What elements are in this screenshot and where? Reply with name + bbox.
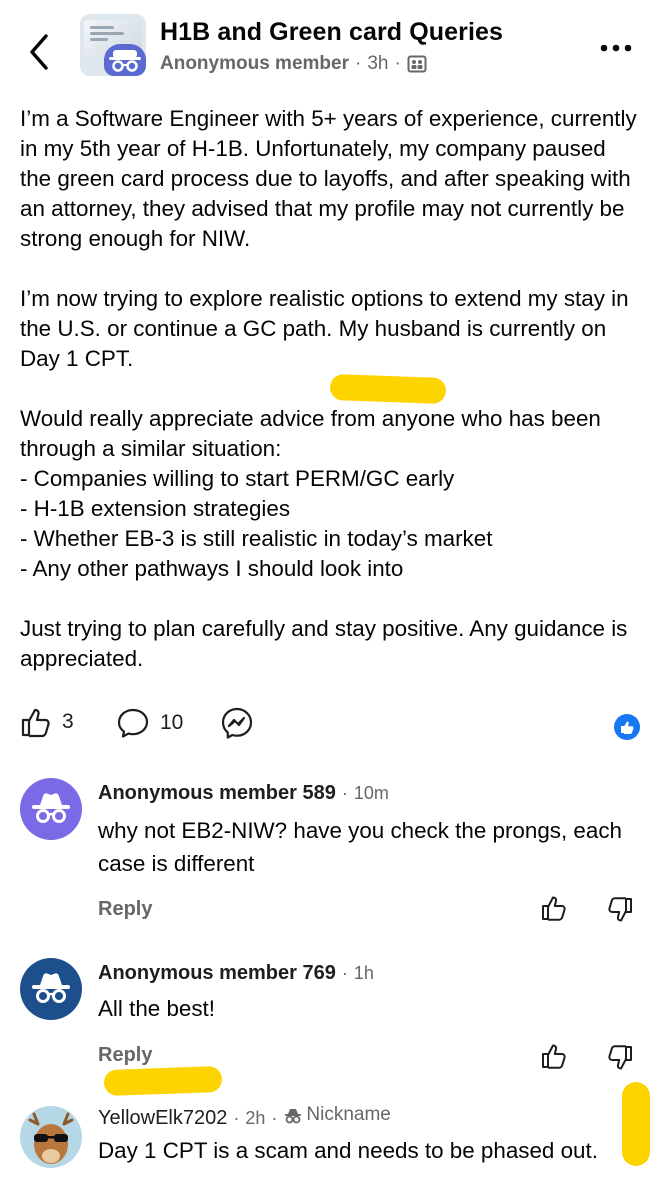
incognito-icon	[104, 44, 146, 76]
comment-text: All the best!	[98, 996, 215, 1021]
comment-author[interactable]: Anonymous member 769	[98, 962, 336, 985]
post-time: 3h	[367, 53, 389, 74]
post-actions: 3 10	[20, 706, 640, 742]
comment-text: Day 1 CPT is a scam and needs to be phas…	[98, 1138, 598, 1163]
nickname-badge: Nickname	[283, 1104, 391, 1126]
meta-separator: ·	[271, 1108, 278, 1128]
meta-separator: ·	[354, 53, 362, 74]
incognito-icon	[285, 1109, 302, 1124]
meta-separator: ·	[341, 783, 348, 803]
group-name[interactable]: H1B and Green card Queries	[160, 18, 503, 47]
comment-button[interactable]: 10	[116, 706, 183, 740]
comment-author[interactable]: Anonymous member 589	[98, 782, 336, 805]
messenger-button[interactable]	[220, 706, 254, 740]
sunglasses-icon	[28, 1112, 74, 1164]
thumbs-up-icon[interactable]	[540, 1042, 568, 1070]
comment-item: YellowElk7202 · 2h · Nickname Day 1 CPT …	[0, 1102, 659, 1200]
avatar[interactable]	[20, 958, 82, 1020]
more-icon[interactable]	[598, 38, 634, 58]
comment-header: Anonymous member 769 · 1h	[98, 962, 374, 985]
back-arrow-icon[interactable]	[22, 30, 56, 74]
comment-time: 1h	[353, 963, 374, 983]
privacy-icon	[407, 55, 427, 73]
comment-header: Anonymous member 589 · 10m	[98, 782, 389, 805]
meta-separator: ·	[233, 1108, 240, 1128]
comment-text: why not EB2-NIW? have you check the pron…	[98, 818, 622, 876]
like-button[interactable]: 3	[20, 706, 74, 738]
post-meta: Anonymous member · 3h ·	[160, 53, 427, 75]
group-thumbnail[interactable]	[80, 14, 146, 76]
avatar[interactable]	[20, 1106, 82, 1168]
avatar[interactable]	[20, 778, 82, 840]
like-reaction-icon	[614, 714, 640, 740]
reply-button[interactable]: Reply	[98, 898, 152, 921]
post-paragraph: I’m now trying to explore realistic opti…	[20, 286, 629, 371]
comment-time: 10m	[353, 783, 389, 803]
post-author[interactable]: Anonymous member	[160, 53, 349, 75]
post-paragraph: I’m a Software Engineer with 5+ years of…	[20, 106, 637, 251]
nickname-label: Nickname	[306, 1104, 391, 1125]
reply-button[interactable]: Reply	[98, 1044, 152, 1067]
comment-item: Anonymous member 769 · 1h All the best! …	[0, 958, 659, 1078]
post-header: H1B and Green card Queries Anonymous mem…	[0, 0, 659, 90]
thumbs-down-icon[interactable]	[606, 896, 634, 924]
incognito-icon	[32, 973, 70, 1003]
messenger-icon	[221, 707, 253, 739]
thumbs-down-icon[interactable]	[606, 1044, 634, 1072]
comment-icon	[117, 708, 149, 738]
thumbs-up-icon[interactable]	[540, 894, 568, 922]
highlighter-mark	[329, 373, 447, 405]
comment-author[interactable]: YellowElk7202	[98, 1107, 227, 1130]
comment-header: YellowElk7202 · 2h · Nickname	[98, 1104, 391, 1130]
comment-time: 2h	[245, 1108, 266, 1128]
meta-separator: ·	[394, 53, 401, 74]
post-paragraph: Would really appreciate advice from anyo…	[20, 406, 601, 581]
comment-item: Anonymous member 589 · 10m why not EB2-N…	[0, 778, 659, 928]
likes-count: 3	[62, 710, 74, 733]
incognito-icon	[32, 793, 70, 823]
comments-count: 10	[160, 711, 184, 734]
meta-separator: ·	[341, 963, 348, 983]
like-icon	[21, 708, 50, 738]
post-paragraph: Just trying to plan carefully and stay p…	[20, 616, 628, 671]
